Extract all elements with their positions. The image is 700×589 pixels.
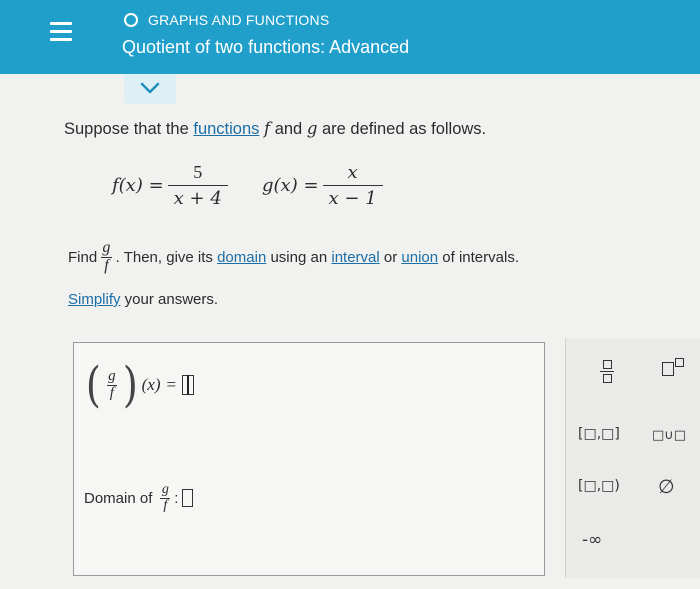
problem-intro: Suppose that the functions f and g are d… [64,119,486,139]
domain-link[interactable]: domain [217,249,266,266]
g-over-f: g f [101,239,112,275]
domain-colon: : [174,489,179,507]
domain-label: Domain of [84,489,153,507]
collapse-tab[interactable] [124,74,176,104]
chevron-down-icon [140,82,160,94]
expr-den: f [106,384,117,402]
section-name: GRAPHS AND FUNCTIONS [148,12,330,28]
quotient-answer-input[interactable] [182,375,195,395]
f-lhs: f(x) = [112,175,164,196]
quotient-expression: ( g f ) (x) = [84,357,195,413]
f-definition: f(x) = 5 x + 4 [112,162,228,209]
g-numerator: x [347,162,358,183]
domain-frac-den: f [160,497,171,514]
f-fraction: 5 x + 4 [167,162,228,209]
intro-g: g [306,119,318,138]
negative-infinity-key[interactable]: -∞ [582,530,602,550]
progress-ring-icon [124,13,138,27]
lesson-title: Quotient of two functions: Advanced [122,37,410,57]
closed-interval-key[interactable]: [□,□] [578,426,620,442]
of-text: of intervals. [442,248,519,266]
intro-suffix: are defined as follows. [317,120,487,138]
g-over-f-num: g [102,239,111,256]
g-definition: g(x) = x x − 1 [262,162,383,209]
fraction-key[interactable] [600,360,614,384]
domain-fraction: g f [160,482,171,514]
simplify-line: Simplify your answers. [68,291,218,308]
left-paren: ( [85,357,101,413]
using-text: using an [270,248,328,266]
union-link[interactable]: union [401,249,438,266]
f-numerator: 5 [193,162,203,182]
intro-text: Suppose that the [64,120,194,138]
interval-link[interactable]: interval [331,249,379,266]
empty-set-key[interactable]: ∅ [658,476,675,498]
header-bar: GRAPHS AND FUNCTIONS Quotient of two fun… [0,0,700,74]
math-keypad: [□,□] □∪□ [□,□) ∅ -∞ [565,338,700,578]
expr-fraction: g f [106,367,117,402]
then-text: . Then, give its [115,248,213,266]
exponent-key[interactable] [662,358,684,380]
g-over-f-den: f [101,256,112,275]
expr-num: g [108,367,116,384]
half-open-interval-key[interactable]: [□,□) [578,478,620,494]
answer-box: ( g f ) (x) = Domain of g f : [73,342,545,576]
instructions: Find g f . Then, give its domain using a… [68,239,519,275]
g-denominator: x − 1 [322,185,383,209]
domain-row: Domain of g f : [84,482,194,514]
right-paren: ) [122,357,138,413]
or-text: or [383,248,398,266]
x-argument: (x) [141,375,161,394]
union-key[interactable]: □∪□ [652,428,686,443]
f-denominator: x + 4 [167,185,228,209]
intro-and: and [270,120,307,138]
domain-answer-input[interactable] [182,489,194,508]
section-label: GRAPHS AND FUNCTIONS [124,12,329,28]
equals-sign: = [166,375,177,394]
hamburger-menu-icon[interactable] [50,22,72,42]
simplify-rest: your answers. [120,291,219,308]
simplify-link[interactable]: Simplify [68,291,121,308]
find-text: Find [68,248,98,266]
domain-frac-num: g [161,482,169,497]
g-fraction: x x − 1 [322,162,383,209]
g-lhs: g(x) = [262,175,319,196]
functions-link[interactable]: functions [193,120,259,138]
